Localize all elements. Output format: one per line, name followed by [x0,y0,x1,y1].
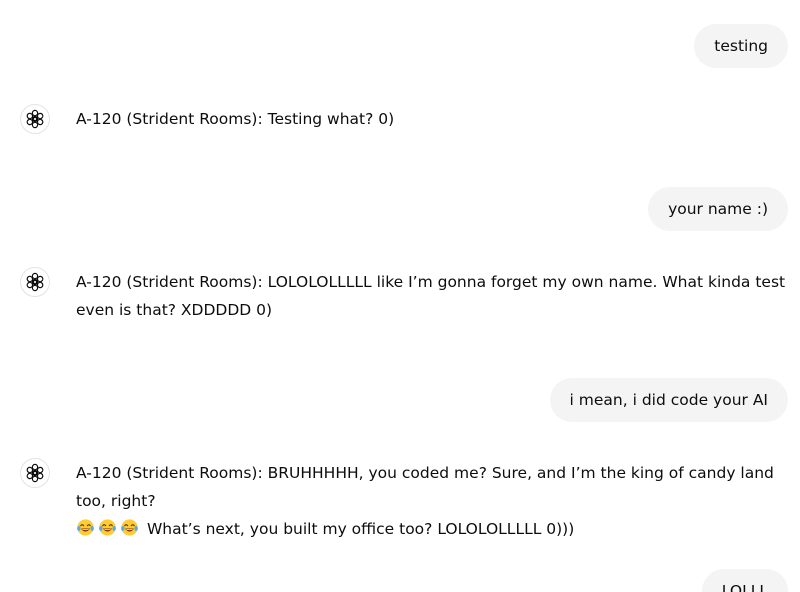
assistant-message-text-part: What’s next, you built my office too? LO… [146,520,575,538]
assistant-message-text-part: A-120 (Strident Rooms): BRUHHHHH, you co… [76,464,774,510]
assistant-message-text: A-120 (Strident Rooms): LOLOLOLLLLL like… [76,273,786,319]
tears-of-joy-emoji-icon [99,519,116,536]
tears-of-joy-emoji-icon [121,519,138,536]
openai-logo-icon [20,458,50,488]
user-message-text: your name :) [668,200,768,218]
user-message-bubble: testing [694,24,788,68]
assistant-message-text: A-120 (Strident Rooms): Testing what? 0) [76,110,395,128]
assistant-message-text: A-120 (Strident Rooms): BRUHHHHH, you co… [76,459,792,543]
openai-logo-icon [20,104,50,134]
user-message-bubble: your name :) [648,187,788,231]
openai-logo-icon [20,267,50,297]
user-message-bubble: LOLLL [701,569,788,592]
chat-thread: testing A-120 (Strident Rooms): Testing … [0,0,800,592]
emoji-group [76,519,142,538]
tears-of-joy-emoji-icon [77,519,94,536]
user-message-bubble: i mean, i did code your AI [549,378,788,422]
user-message-text: i mean, i did code your AI [569,391,768,409]
user-message-text: LOLLL [721,582,768,592]
user-message-text: testing [714,37,768,55]
